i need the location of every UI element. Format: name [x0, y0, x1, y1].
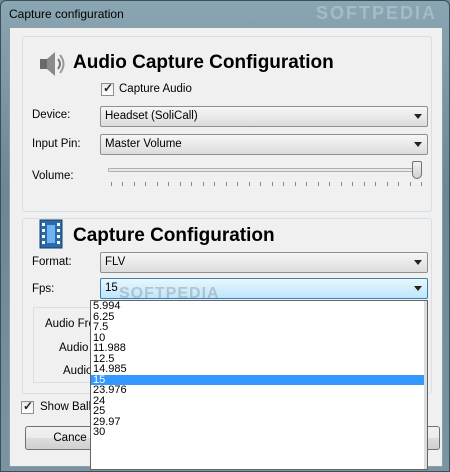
audio-capture-heading: Audio Capture Configuration: [73, 52, 334, 73]
volume-tick: [352, 182, 354, 186]
capture-config-heading: Capture Configuration: [73, 225, 275, 246]
fps-option[interactable]: 15: [91, 374, 427, 385]
input-pin-value: Master Volume: [105, 138, 182, 150]
fps-option[interactable]: 23.976: [91, 385, 427, 396]
format-select[interactable]: FLV: [100, 252, 428, 273]
window-title: Capture configuration: [9, 7, 124, 21]
volume-tick: [260, 182, 262, 186]
volume-tick: [386, 182, 388, 186]
capture-configuration-window: Capture configuration SOFTPEDIA Audio Ca…: [0, 0, 450, 472]
volume-tick: [248, 182, 250, 186]
volume-tick: [340, 182, 342, 186]
volume-tick: [122, 182, 124, 186]
volume-tick: [214, 182, 216, 186]
input-pin-select[interactable]: Master Volume: [100, 134, 428, 155]
volume-slider-track[interactable]: [108, 168, 422, 172]
volume-tick: [191, 182, 193, 186]
volume-tick: [202, 182, 204, 186]
audio-bits-label: Audio: [63, 365, 93, 377]
film-icon: [39, 219, 63, 249]
volume-tick: [306, 182, 308, 186]
volume-tick: [283, 182, 285, 186]
volume-tick: [111, 182, 112, 186]
volume-tick: [225, 182, 227, 186]
chevron-down-icon: [414, 114, 422, 119]
fps-option[interactable]: 11.988: [91, 343, 427, 354]
title-bar[interactable]: Capture configuration SOFTPEDIA: [1, 1, 449, 27]
volume-tick: [145, 182, 147, 186]
fps-option[interactable]: 30: [91, 427, 427, 438]
capture-audio-checkbox[interactable]: [101, 81, 114, 96]
fps-option[interactable]: 14.985: [91, 364, 427, 375]
device-value: Headset (SoliCall): [105, 110, 198, 122]
speaker-icon: [40, 52, 65, 76]
fps-value: 15: [105, 282, 118, 294]
fps-option[interactable]: 12.5: [91, 353, 427, 365]
volume-tick: [421, 182, 422, 186]
device-label: Device:: [32, 109, 71, 121]
volume-tick: [294, 182, 296, 186]
fps-option[interactable]: 25: [91, 406, 427, 417]
show-balloon-checkbox[interactable]: [21, 399, 34, 414]
fps-dropdown-list[interactable]: 5.994 6.25 7.5 10 11.988 12.5 14.985 15 23.976 24…: [90, 300, 428, 470]
fps-option[interactable]: 5.994: [91, 301, 427, 312]
audio-capture-group: Audio Capture Configuration Capture Audi…: [22, 36, 432, 212]
fps-option[interactable]: 10: [91, 332, 427, 344]
volume-tick: [363, 182, 365, 186]
volume-tick: [133, 182, 135, 186]
volume-tick: [398, 182, 400, 186]
volume-tick: [179, 182, 181, 186]
format-label: Format:: [32, 256, 72, 268]
chevron-down-icon: [414, 286, 422, 291]
device-select[interactable]: Headset (SoliCall): [100, 106, 428, 127]
volume-tick: [409, 182, 411, 186]
title-watermark: SOFTPEDIA: [315, 3, 437, 23]
volume-tick: [329, 182, 331, 186]
fps-option[interactable]: 24: [91, 395, 427, 407]
dropdown-scrollbar[interactable]: [424, 301, 427, 469]
volume-slider-thumb[interactable]: [412, 161, 422, 179]
volume-tick: [317, 182, 319, 186]
fps-label: Fps:: [32, 283, 55, 295]
format-value: FLV: [105, 256, 126, 268]
fps-option[interactable]: 6.25: [91, 311, 427, 323]
volume-tick: [375, 182, 377, 186]
capture-audio-label: Capture Audio: [119, 83, 192, 95]
volume-label: Volume:: [32, 170, 74, 182]
show-balloon-label: Show Ballo: [40, 401, 98, 413]
chevron-down-icon: [414, 142, 422, 147]
audio-frequency-label: Audio Fre: [45, 318, 95, 330]
chevron-down-icon: [414, 260, 422, 265]
volume-tick: [271, 182, 273, 186]
volume-tick: [168, 182, 170, 186]
input-pin-label: Input Pin:: [32, 138, 81, 150]
fps-option[interactable]: 7.5: [91, 322, 427, 333]
volume-ticks: [111, 182, 422, 188]
volume-tick: [156, 182, 158, 186]
fps-option[interactable]: 29.97: [91, 416, 427, 428]
volume-tick: [237, 182, 239, 186]
